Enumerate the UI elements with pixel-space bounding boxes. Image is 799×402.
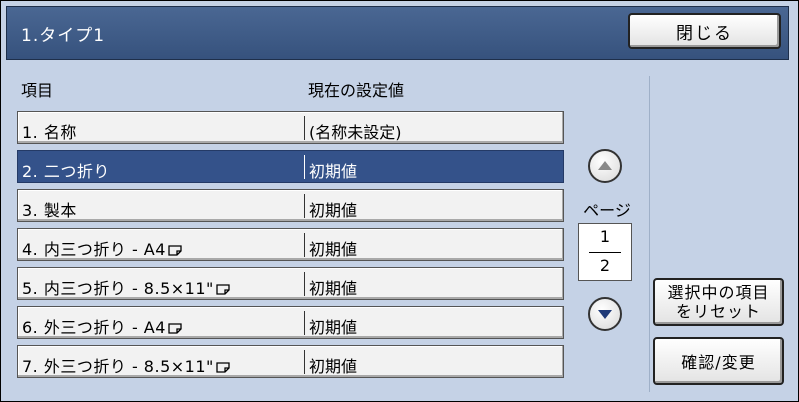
landscape-paper-icon [168,323,182,334]
column-divider [304,155,305,179]
arrow-up-icon [598,161,612,170]
column-divider [304,311,305,335]
confirm-change-button[interactable]: 確認/変更 [653,337,784,385]
total-pages: 2 [599,256,611,275]
dialog-frame: 1.タイプ1 閉じる 項目 現在の設定値 1. 名称 (名称未設定) 2. 二つ… [0,0,799,402]
arrow-down-icon [598,310,612,319]
list-item[interactable]: 5. 内三つ折り - 8.5×11" 初期値 [17,267,564,300]
list-item-label: 4. 内三つ折り - A4 [22,236,182,260]
column-divider [304,272,305,296]
landscape-paper-icon [168,245,182,256]
column-divider [304,350,305,374]
column-header-current-value: 現在の設定値 [308,81,405,100]
list-item[interactable]: 4. 内三つ折り - A4 初期値 [17,228,564,261]
list-item-value: 初期値 [309,240,358,259]
list-item-label: 1. 名称 [22,123,77,142]
reset-button-label-line1: 選択中の項目 [667,283,770,302]
list-item-value: 初期値 [309,162,358,181]
column-header-item: 項目 [21,81,54,100]
list-item[interactable]: 3. 製本 初期値 [17,189,564,222]
list-item-label: 3. 製本 [22,201,77,220]
page-label: ページ [583,201,631,220]
list-item-value: (名称未設定) [309,123,402,142]
list-item-value: 初期値 [309,357,358,376]
list-item-label: 6. 外三つ折り - A4 [22,314,182,338]
landscape-paper-icon [216,362,230,373]
list-item[interactable]: 7. 外三つ折り - 8.5×11" 初期値 [17,345,564,378]
page-indicator: 1 2 [578,223,632,281]
landscape-paper-icon [216,284,230,295]
list-item[interactable]: 1. 名称 (名称未設定) [17,111,564,144]
current-page: 1 [599,227,611,246]
list-item-value: 初期値 [309,201,358,220]
window-title: 1.タイプ1 [21,26,106,46]
column-divider [304,116,305,140]
page-up-button[interactable] [588,149,622,183]
reset-button-label-line2: をリセット [675,302,761,321]
list-item-label: 2. 二つ折り [22,162,110,181]
close-button[interactable]: 閉じる [628,13,781,49]
column-divider [304,233,305,257]
side-divider [649,76,650,392]
list-item-label: 7. 外三つ折り - 8.5×11" [22,353,230,377]
page-down-button[interactable] [588,297,622,331]
list-item-value: 初期値 [309,318,358,337]
list-item[interactable]: 6. 外三つ折り - A4 初期値 [17,306,564,339]
column-divider [304,194,305,218]
list-item-value: 初期値 [309,279,358,298]
reset-selected-item-button[interactable]: 選択中の項目 をリセット [653,278,784,326]
list-item-label: 5. 内三つ折り - 8.5×11" [22,275,230,299]
list-item-selected[interactable]: 2. 二つ折り 初期値 [17,150,564,183]
page-fraction-line [589,252,621,253]
